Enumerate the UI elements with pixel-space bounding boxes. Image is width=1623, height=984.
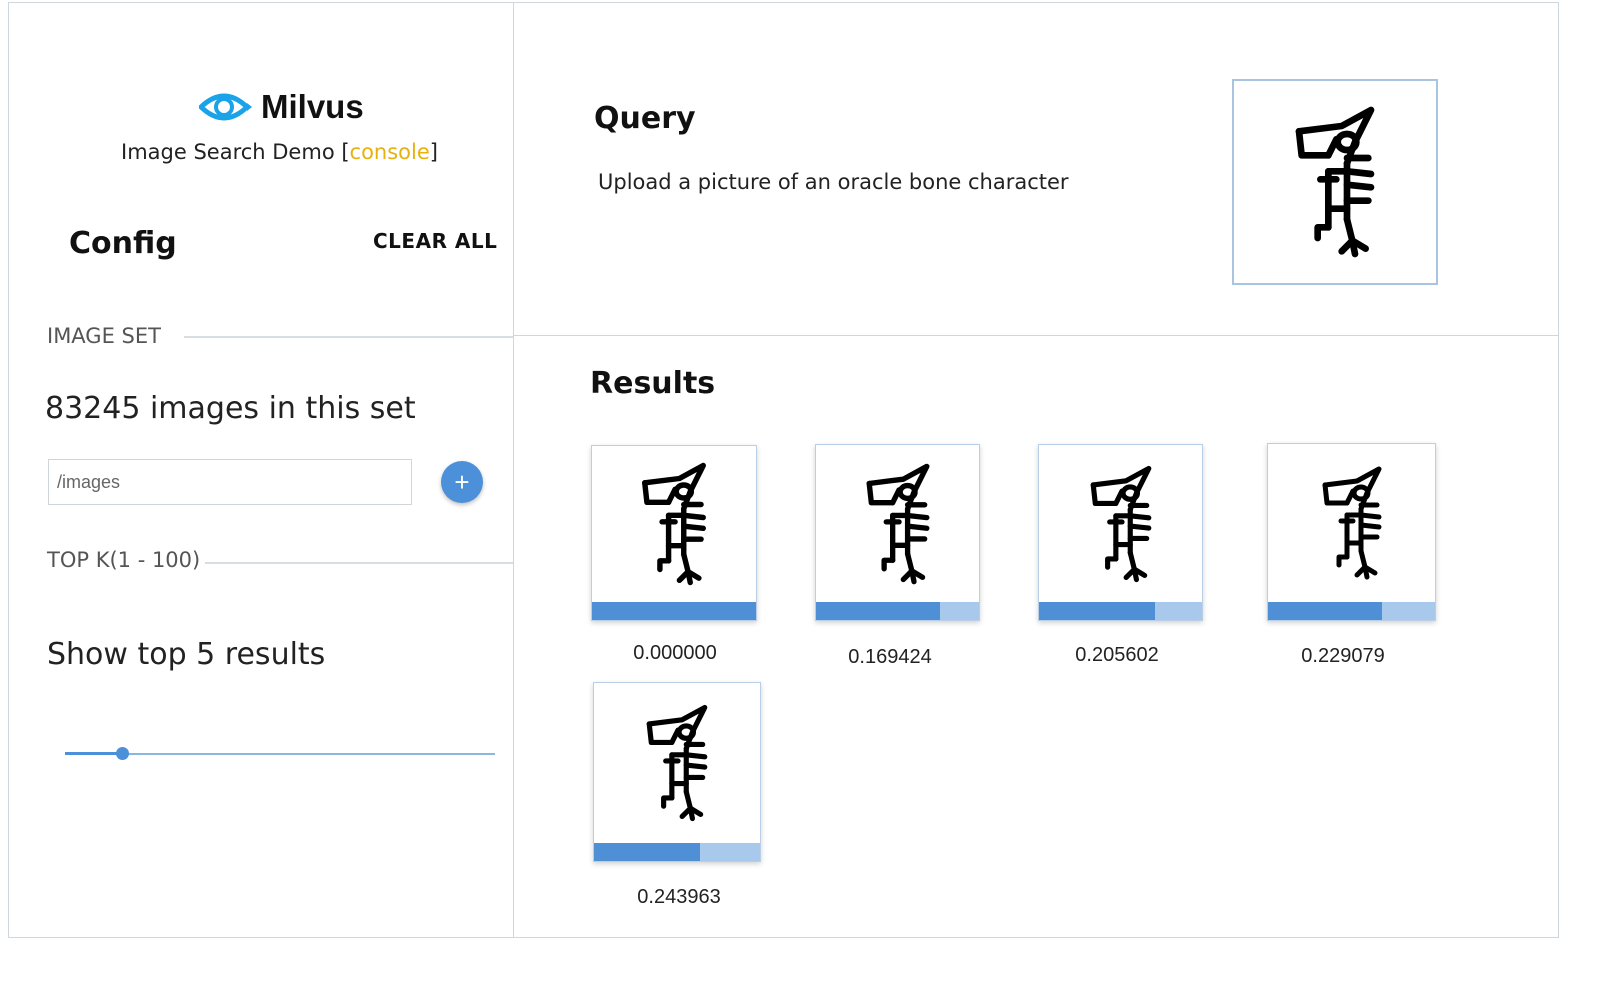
- similarity-bar-fill-1: [592, 602, 756, 620]
- clear-all-button[interactable]: CLEAR ALL: [373, 229, 497, 253]
- config-title: Config: [69, 226, 177, 261]
- oracle-bone-character-icon: [1285, 102, 1385, 262]
- result-score-5: 0.243963: [637, 886, 721, 908]
- result-score-3: 0.205602: [1075, 644, 1159, 666]
- similarity-bar-fill-4: [1268, 602, 1382, 620]
- oracle-bone-character-icon: [634, 459, 714, 589]
- topk-summary: Show top 5 results: [47, 637, 326, 672]
- oracle-bone-character-icon: [860, 460, 936, 588]
- topk-slider-track[interactable]: [65, 753, 495, 755]
- similarity-bar-2: [816, 602, 979, 620]
- query-description: Upload a picture of an oracle bone chara…: [598, 170, 1069, 194]
- result-card-2[interactable]: [815, 444, 980, 621]
- result-card-4[interactable]: [1267, 443, 1436, 621]
- brand-name: Milvus: [261, 88, 364, 125]
- similarity-bar-1: [592, 602, 756, 620]
- result-card-1[interactable]: [591, 445, 757, 621]
- result-image-2: [816, 445, 979, 602]
- query-image-upload[interactable]: [1232, 79, 1438, 285]
- similarity-bar-fill-3: [1039, 602, 1155, 620]
- results-panel: Results 0.000000 0.169424 0.205602 0.229…: [513, 335, 1559, 938]
- query-panel: Query Upload a picture of an oracle bone…: [513, 2, 1559, 336]
- oracle-bone-character-icon: [641, 701, 713, 825]
- result-image-4: [1268, 444, 1435, 602]
- similarity-bar-fill-5: [594, 843, 701, 861]
- oracle-bone-character-icon: [1085, 462, 1157, 586]
- image-set-label: IMAGE SET: [47, 324, 161, 348]
- subtitle-text: Image Search Demo [: [121, 140, 350, 164]
- similarity-bar-3: [1039, 602, 1202, 620]
- config-sidebar: Milvus Image Search Demo [console] Confi…: [8, 2, 515, 938]
- similarity-bar-fill-2: [816, 602, 940, 620]
- result-image-3: [1039, 445, 1202, 602]
- image-set-divider: [184, 336, 515, 338]
- query-title: Query: [594, 101, 696, 136]
- result-image-1: [592, 446, 756, 602]
- result-score-4: 0.229079: [1301, 645, 1385, 667]
- topk-label: TOP K(1 - 100): [47, 548, 201, 572]
- image-count-text: 83245 images in this set: [45, 391, 416, 426]
- topk-slider-thumb[interactable]: [116, 747, 129, 760]
- topk-divider: [205, 562, 515, 564]
- similarity-bar-4: [1268, 602, 1435, 620]
- result-score-2: 0.169424: [848, 646, 932, 668]
- result-card-5[interactable]: [593, 682, 761, 862]
- oracle-bone-character-icon: [1317, 463, 1387, 583]
- result-score-1: 0.000000: [633, 642, 717, 664]
- app-subtitle: Image Search Demo [console]: [121, 140, 438, 164]
- console-link[interactable]: console: [350, 140, 430, 164]
- similarity-bar-5: [594, 843, 760, 861]
- result-card-3[interactable]: [1038, 444, 1203, 621]
- milvus-eye-icon: [199, 93, 252, 121]
- subtitle-bracket: ]: [429, 140, 438, 164]
- milvus-logo: Milvus: [199, 87, 364, 127]
- image-path-input[interactable]: [48, 459, 412, 505]
- add-images-button[interactable]: +: [441, 461, 483, 503]
- result-image-5: [594, 683, 760, 843]
- topk-slider-fill: [65, 752, 123, 755]
- results-title: Results: [590, 366, 716, 401]
